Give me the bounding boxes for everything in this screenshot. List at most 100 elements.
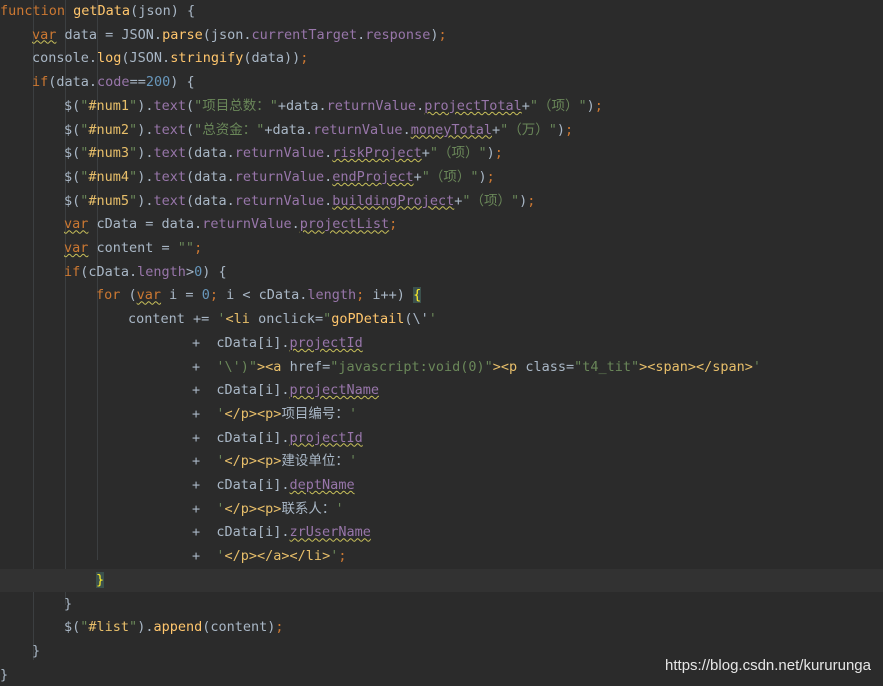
code-token: "（项）"	[462, 192, 520, 209]
code-token: console.	[32, 50, 98, 67]
code-token: </p><p>	[224, 500, 282, 517]
code-line[interactable]: }	[0, 568, 883, 593]
code-token: '	[335, 500, 344, 517]
code-token: buildingProject	[332, 192, 455, 209]
code-line[interactable]: var content = "";	[0, 237, 883, 261]
code-token: cData = data.	[88, 216, 203, 233]
code-token: (content)	[202, 619, 276, 636]
code-token: .	[416, 97, 425, 114]
code-line[interactable]: for (var i = 0; i < cData.length; i++) {	[0, 284, 883, 308]
code-token: length	[137, 263, 186, 280]
code-token: var	[136, 287, 162, 304]
code-line[interactable]: + '</p></a></li>';	[0, 545, 883, 569]
code-token: $(	[64, 97, 81, 114]
code-token: "	[129, 619, 138, 636]
code-token: ;	[565, 121, 574, 138]
code-token: '	[428, 311, 437, 328]
code-token: +	[192, 453, 217, 470]
code-token: "	[129, 97, 138, 114]
code-token: ).	[137, 121, 154, 138]
code-line[interactable]: function getData(json) {	[0, 0, 883, 24]
code-line[interactable]: + '</p><p>联系人：'	[0, 498, 883, 522]
code-token: content +=	[128, 311, 218, 328]
code-token: $(	[64, 168, 81, 185]
code-token: <p	[500, 358, 518, 375]
code-token: ;	[438, 26, 447, 43]
code-line[interactable]: $("#num5").text(data.returnValue.buildin…	[0, 190, 883, 214]
code-token: ;	[594, 97, 603, 114]
code-token: text	[153, 168, 186, 185]
code-token: for	[96, 287, 129, 304]
code-line[interactable]: content += '<li onclick="goPDetail(\''	[0, 308, 883, 332]
code-line[interactable]: + cData[i].projectId	[0, 332, 883, 356]
code-token: projectTotal	[424, 97, 522, 114]
code-token: +	[192, 548, 217, 565]
code-token: (data.	[185, 192, 235, 209]
code-token: #list	[88, 619, 130, 636]
code-token: ;	[338, 548, 347, 565]
code-token: parse	[162, 26, 203, 43]
code-line[interactable]: }	[0, 593, 883, 617]
code-token: ).	[137, 619, 154, 636]
code-token: "（项）"	[529, 97, 587, 114]
code-token: var	[64, 216, 89, 233]
code-line[interactable]: console.log(JSON.stringify(data));	[0, 47, 883, 71]
code-token: "（项）"	[429, 145, 487, 162]
code-line[interactable]: + '\')"><a href="javascript:void(0)"><p …	[0, 356, 883, 380]
code-token: #num1	[88, 97, 130, 114]
code-token: stringify	[170, 50, 244, 67]
code-editor[interactable]: function getData(json) {var data = JSON.…	[0, 0, 883, 686]
watermark: https://blog.csdn.net/kururunga	[665, 657, 871, 674]
code-token: $(	[64, 192, 81, 209]
code-token: ) {	[202, 263, 227, 280]
code-line[interactable]: if(cData.length>0) {	[0, 261, 883, 285]
code-token: 联系人：	[281, 500, 336, 517]
code-token: code	[97, 74, 130, 91]
code-token: '	[348, 405, 358, 422]
code-line[interactable]: + cData[i].projectId	[0, 427, 883, 451]
code-line[interactable]: $("#num4").text(data.returnValue.endProj…	[0, 166, 883, 190]
code-token: (	[185, 121, 195, 138]
code-line[interactable]: $("#num3").text(data.returnValue.riskPro…	[0, 142, 883, 166]
code-token: #num3	[88, 145, 130, 162]
code-token: .	[291, 216, 300, 233]
code-token: ==	[129, 74, 146, 91]
code-line[interactable]: + cData[i].deptName	[0, 474, 883, 498]
code-token: + cData[i].	[192, 477, 290, 493]
code-line[interactable]: if(data.code==200) {	[0, 71, 883, 95]
code-line[interactable]: + cData[i].zrUserName	[0, 521, 883, 545]
code-line[interactable]: $("#list").append(content);	[0, 616, 883, 640]
code-token: $(	[64, 145, 81, 162]
code-line[interactable]: var cData = data.returnValue.projectList…	[0, 213, 883, 237]
code-token: ;	[275, 619, 284, 636]
code-token: <a	[265, 358, 282, 375]
code-token: +	[413, 168, 422, 185]
code-token: i < cData.	[226, 287, 308, 304]
code-token: (cData.	[80, 263, 138, 280]
code-token: projectName	[289, 382, 379, 399]
code-token: #num4	[88, 168, 130, 185]
code-token: .	[402, 121, 411, 138]
code-token: }	[0, 666, 9, 683]
code-token: $(	[64, 619, 81, 636]
code-token: text	[153, 121, 186, 138]
code-token: log	[97, 50, 122, 67]
code-line[interactable]: + '</p><p>建设单位：'	[0, 450, 883, 474]
code-token: 0	[201, 287, 210, 304]
code-token: (\'	[404, 311, 429, 328]
code-token: currentTarget	[251, 26, 358, 43]
code-token: returnValue	[313, 121, 403, 138]
code-token: (data))	[243, 50, 301, 67]
code-token: riskProject	[332, 145, 422, 162]
code-line[interactable]: $("#num2").text("总资金："+data.returnValue.…	[0, 119, 883, 143]
code-line[interactable]: + cData[i].projectName	[0, 379, 883, 403]
code-token: function	[0, 3, 74, 19]
code-token: '	[216, 405, 225, 422]
code-token: "（项）"	[421, 168, 479, 185]
code-token: ).	[137, 97, 154, 114]
code-token: )	[486, 145, 495, 162]
code-line[interactable]: var data = JSON.parse(json.currentTarget…	[0, 24, 883, 48]
code-line[interactable]: $("#num1").text("项目总数："+data.returnValue…	[0, 95, 883, 119]
code-token: projectList	[299, 216, 390, 233]
code-line[interactable]: + '</p><p>项目编号：'	[0, 403, 883, 427]
